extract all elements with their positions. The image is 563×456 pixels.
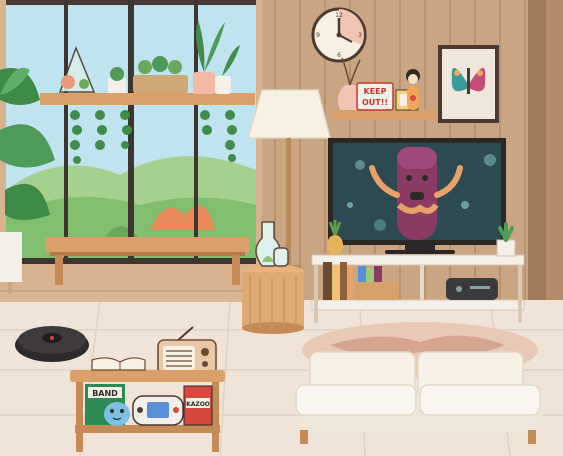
book-row bbox=[323, 262, 353, 300]
small-potted-plant bbox=[496, 222, 516, 257]
game-console bbox=[446, 278, 498, 300]
kokeshi-doll bbox=[406, 69, 420, 110]
clock-numeral-6: 6 bbox=[337, 52, 341, 59]
clock-numeral-12: 12 bbox=[335, 12, 343, 19]
room-scene: 12 3 6 9 KEEP OUT!! BAND KAZOO bbox=[0, 0, 563, 456]
plush-toy bbox=[104, 402, 130, 426]
sofa bbox=[295, 351, 543, 444]
robot-vacuum bbox=[15, 326, 89, 362]
kazoo-game-box-label: KAZOO bbox=[186, 401, 210, 408]
round-side-table bbox=[242, 264, 304, 334]
butterfly-frame bbox=[438, 45, 499, 123]
wall-shelf bbox=[332, 110, 435, 120]
side-wall-edge bbox=[528, 0, 546, 340]
keep-out-sign: KEEP OUT!! bbox=[356, 82, 394, 111]
clock-numeral-9: 9 bbox=[316, 32, 320, 39]
sign-line-2: OUT!! bbox=[362, 98, 388, 107]
sign-line-1: KEEP bbox=[364, 87, 387, 96]
baseboard bbox=[0, 292, 250, 302]
handheld-game bbox=[132, 395, 184, 426]
wall-clock: 12 3 6 9 bbox=[311, 7, 367, 63]
clock-numeral-3: 3 bbox=[358, 32, 362, 39]
window-shelf bbox=[40, 93, 255, 105]
kazoo-game-box: KAZOO bbox=[183, 385, 213, 426]
television bbox=[328, 138, 506, 254]
band-book-title: BAND bbox=[92, 389, 118, 398]
